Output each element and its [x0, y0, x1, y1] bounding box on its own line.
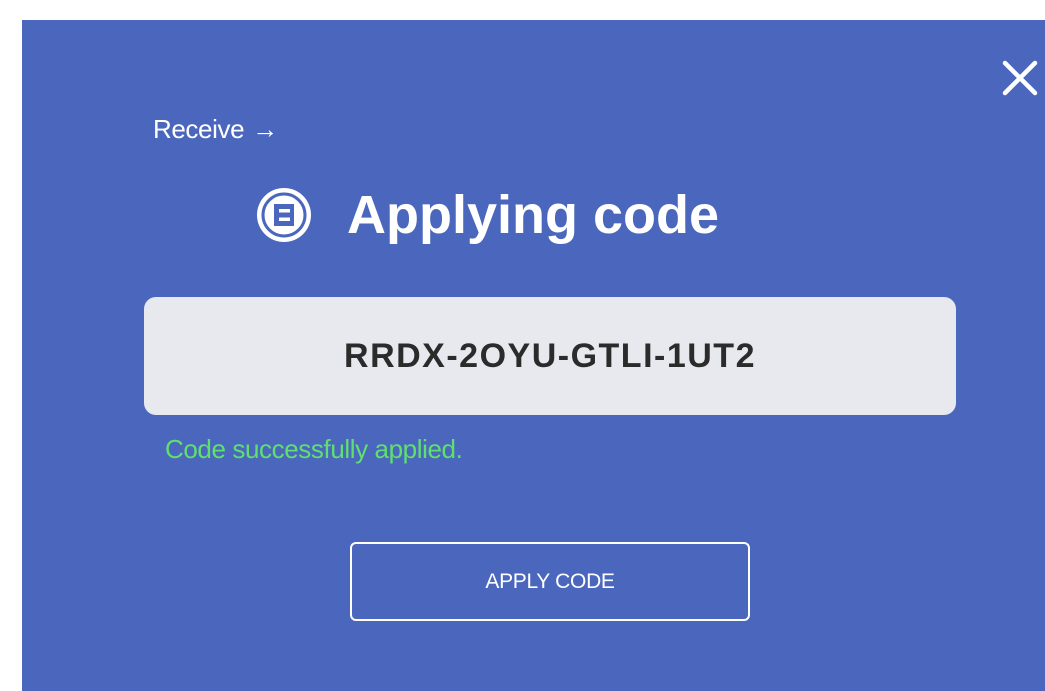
- code-input-field[interactable]: RRDX-2OYU-GTLI-1UT2: [144, 297, 956, 415]
- dialog-title: Applying code: [347, 185, 720, 245]
- apply-code-dialog: Receive → Applying code RRDX-2OYU-GTLI-1U…: [22, 20, 1045, 691]
- receive-link-label: Receive: [153, 114, 245, 144]
- close-button[interactable]: [998, 56, 1042, 100]
- dialog-header: Applying code: [255, 182, 719, 248]
- arrow-right-icon: →: [252, 114, 278, 144]
- success-message: Code successfully applied.: [165, 434, 463, 464]
- close-icon: [1002, 60, 1038, 96]
- receive-link[interactable]: Receive →: [153, 114, 278, 145]
- coin-logo-icon: [257, 188, 311, 242]
- apply-code-button[interactable]: APPLY CODE: [350, 542, 750, 621]
